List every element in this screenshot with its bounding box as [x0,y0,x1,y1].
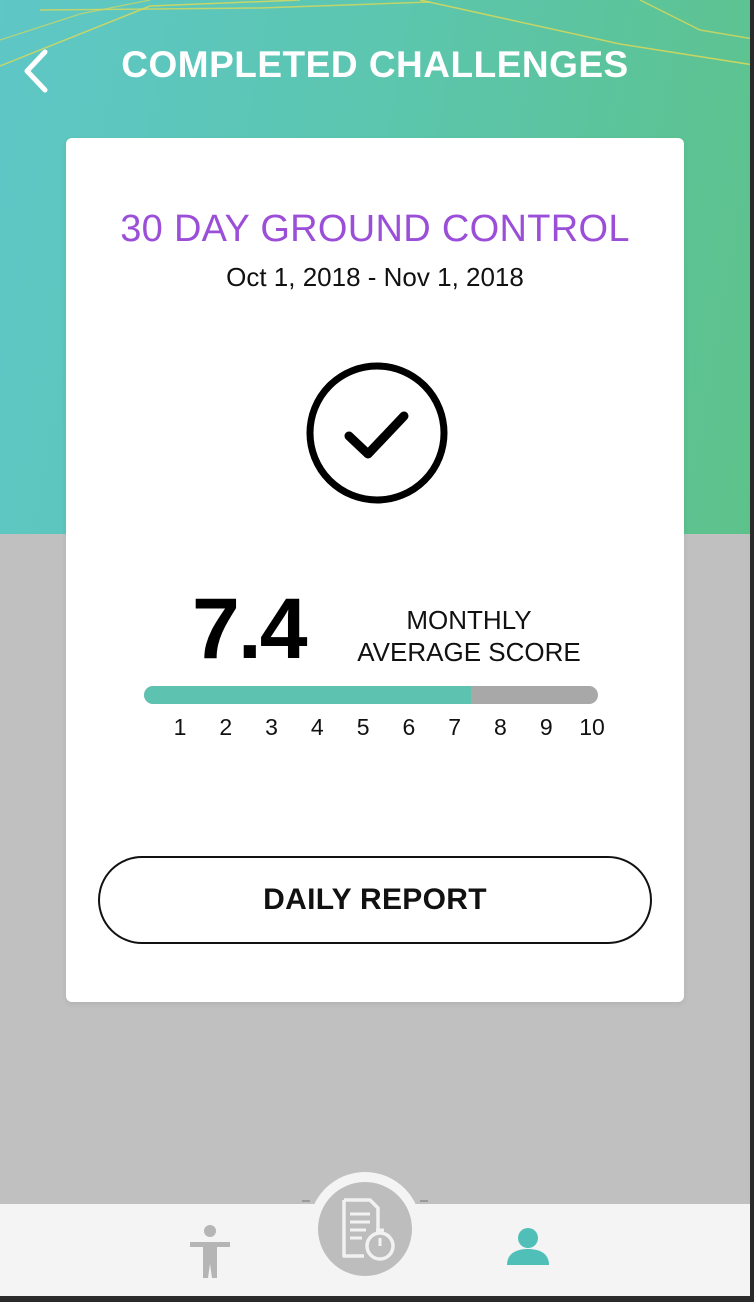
scale-label: 8 [494,714,507,740]
scale-label: 3 [265,714,278,740]
check-circle-icon [306,362,448,504]
scale-label: 7 [448,714,462,740]
score-scale: 1 2 3 4 5 6 7 8 9 10 [66,714,684,744]
nav-item-workouts[interactable] [182,1222,238,1282]
score-label-line2: AVERAGE SCORE [357,637,581,667]
daily-report-button[interactable]: DAILY REPORT [98,856,652,944]
report-timer-icon [342,1198,395,1261]
score-progress-fill [144,686,471,704]
score-label-line1: MONTHLY [406,605,532,635]
scale-label: 6 [402,714,416,740]
page-title: COMPLETED CHALLENGES [121,44,629,85]
profile-icon [507,1228,549,1265]
scale-label: 5 [356,714,370,740]
scale-label: 10 [579,714,605,740]
challenge-title: 30 DAY GROUND CONTROL [120,208,630,250]
body-pose-icon [190,1225,230,1278]
score-label: MONTHLY AVERAGE SCORE [356,604,582,668]
completed-status [304,360,450,506]
challenge-date-range: Oct 1, 2018 - Nov 1, 2018 [226,262,524,292]
challenge-card: 30 DAY GROUND CONTROL Oct 1, 2018 - Nov … [66,138,684,1002]
score-value: 7.4 [192,581,308,677]
scale-label: 9 [539,714,553,740]
nav-item-log-session[interactable] [318,1182,412,1276]
app-screen: COMPLETED CHALLENGES 30 DAY GROUND CONTR… [0,0,754,1302]
scale-label: 1 [173,714,187,740]
nav-item-profile[interactable] [500,1222,556,1272]
scale-label: 2 [219,714,233,740]
nav-divider [302,1200,310,1202]
scale-label: 4 [310,714,324,740]
score-progress-bar [144,686,598,704]
nav-divider [420,1200,428,1202]
